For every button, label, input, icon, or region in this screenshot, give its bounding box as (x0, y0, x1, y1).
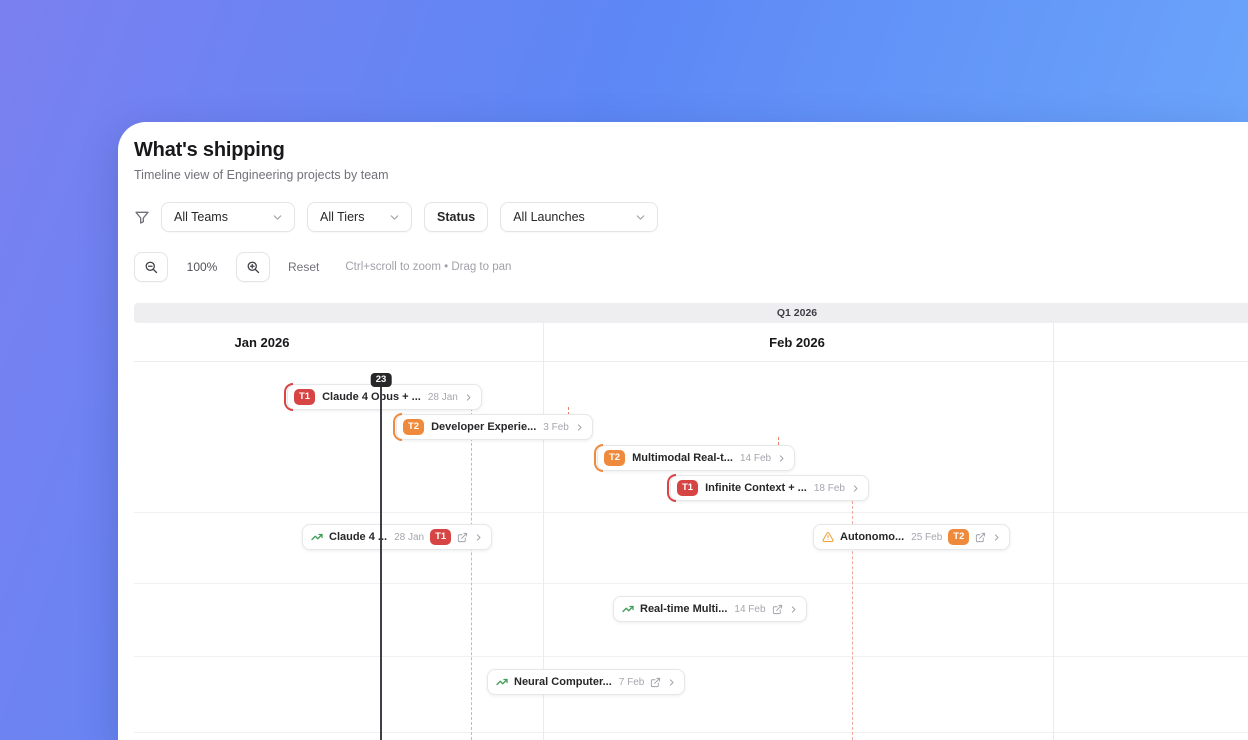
chevron-right-icon (992, 533, 1001, 542)
chevron-right-icon (789, 605, 798, 614)
filter-funnel-icon (134, 209, 150, 225)
launch-pill-autonomous[interactable]: Autonomo... 25 Feb T2 (813, 524, 1011, 550)
trend-up-icon (496, 676, 508, 688)
launch-date: 14 Feb (734, 603, 766, 615)
launch-label: Autonomo... (840, 531, 905, 543)
tier-badge: T1 (430, 529, 452, 545)
today-marker-badge: 23 (370, 373, 392, 387)
month-label-feb: Feb 2026 (769, 335, 825, 350)
trend-up-icon (311, 531, 323, 543)
project-bar-infinite-context[interactable]: T1 Infinite Context + ... 18 Feb (667, 474, 869, 502)
deadline-dashed-line (471, 388, 472, 740)
chevron-right-icon (575, 423, 584, 432)
tier-badge: T2 (403, 419, 425, 435)
month-header-row: Jan 2026 Feb 2026 (134, 323, 1248, 362)
teams-filter-value: All Teams (174, 210, 228, 224)
deadline-tick (778, 437, 779, 445)
chevron-right-icon (464, 393, 473, 402)
external-link-icon[interactable] (772, 604, 783, 615)
project-date: 28 Jan (427, 391, 458, 403)
tiers-filter-value: All Tiers (320, 210, 365, 224)
tier-badge: T1 (677, 480, 699, 496)
project-label: Multimodal Real-t... (632, 452, 733, 464)
tier-badge: T2 (948, 529, 970, 545)
page-subtitle: Timeline view of Engineering projects by… (134, 168, 389, 182)
launch-date: 7 Feb (618, 676, 645, 688)
tiers-filter-dropdown[interactable]: All Tiers (307, 202, 412, 232)
zoom-toolbar: 100% Reset Ctrl+scroll to zoom • Drag to… (134, 252, 1248, 282)
chevron-down-icon (634, 211, 647, 224)
tier-bracket (393, 413, 402, 441)
chevron-down-icon (388, 211, 401, 224)
month-gridline (1053, 323, 1054, 740)
external-link-icon[interactable] (975, 532, 986, 543)
launch-date: 28 Jan (394, 531, 425, 543)
external-link-icon[interactable] (457, 532, 468, 543)
month-label-jan: Jan 2026 (234, 335, 290, 350)
project-bar-claude-4-opus[interactable]: T1 Claude 4 Opus + ... 28 Jan (284, 383, 482, 411)
launches-filter-dropdown[interactable]: All Launches (500, 202, 659, 232)
launch-label: Real-time Multi... (640, 603, 728, 615)
chevron-right-icon (777, 454, 786, 463)
tier-bracket (594, 444, 603, 472)
tier-bracket (667, 474, 676, 502)
teams-filter-dropdown[interactable]: All Teams (161, 202, 295, 232)
filters-row: All Teams All Tiers Status All Launches (134, 202, 1248, 232)
project-date: 14 Feb (739, 452, 772, 464)
project-date: 18 Feb (813, 482, 845, 494)
zoom-out-icon (144, 260, 159, 275)
zoom-in-button[interactable] (236, 252, 270, 282)
timeline-grid: 23 T1 Claude 4 Opus + ... 28 Jan T2 Deve… (134, 362, 1248, 740)
project-bar-developer-experience[interactable]: T2 Developer Experie... 3 Feb (393, 413, 593, 441)
zoom-level: 100% (186, 260, 218, 274)
launch-pill-claude-4[interactable]: Claude 4 ... 28 Jan T1 (302, 524, 493, 550)
project-date: 3 Feb (543, 421, 569, 433)
lane-launches-3 (134, 657, 1248, 733)
today-marker-line (380, 378, 382, 740)
launch-label: Claude 4 ... (329, 531, 388, 543)
reset-zoom-link[interactable]: Reset (288, 260, 319, 274)
status-filter-button[interactable]: Status (424, 202, 489, 232)
zoom-in-icon (246, 260, 261, 275)
launch-date: 25 Feb (911, 531, 943, 543)
zoom-out-button[interactable] (134, 252, 168, 282)
project-label: Infinite Context + ... (705, 482, 807, 494)
tier-badge: T1 (294, 389, 316, 405)
trend-up-icon (622, 603, 634, 615)
external-link-icon[interactable] (650, 677, 661, 688)
chevron-right-icon (667, 678, 676, 687)
whats-shipping-card: What's shipping Timeline view of Enginee… (118, 122, 1248, 740)
project-label: Claude 4 Opus + ... (322, 391, 421, 403)
zoom-hint-text: Ctrl+scroll to zoom • Drag to pan (345, 261, 512, 273)
quarter-label: Q1 2026 (776, 307, 818, 319)
chevron-down-icon (271, 211, 284, 224)
lane-launches-1 (134, 513, 1248, 584)
tier-badge: T2 (604, 450, 626, 466)
launch-pill-realtime-multi[interactable]: Real-time Multi... 14 Feb (613, 596, 807, 622)
chevron-right-icon (474, 533, 483, 542)
launch-pill-neural-computer[interactable]: Neural Computer... 7 Feb (487, 669, 686, 695)
project-bar-multimodal-realtime[interactable]: T2 Multimodal Real-t... 14 Feb (594, 444, 796, 472)
project-label: Developer Experie... (431, 421, 537, 433)
chevron-right-icon (851, 484, 860, 493)
page-title: What's shipping (134, 139, 285, 161)
launches-filter-value: All Launches (513, 210, 585, 224)
launch-label: Neural Computer... (514, 676, 612, 688)
tier-bracket (284, 383, 293, 411)
quarter-band: Q1 2026 (134, 303, 1248, 323)
warning-icon (822, 531, 834, 543)
timeline-canvas[interactable]: Q1 2026 Jan 2026 Feb 2026 23 T1 Claude 4… (134, 303, 1248, 740)
